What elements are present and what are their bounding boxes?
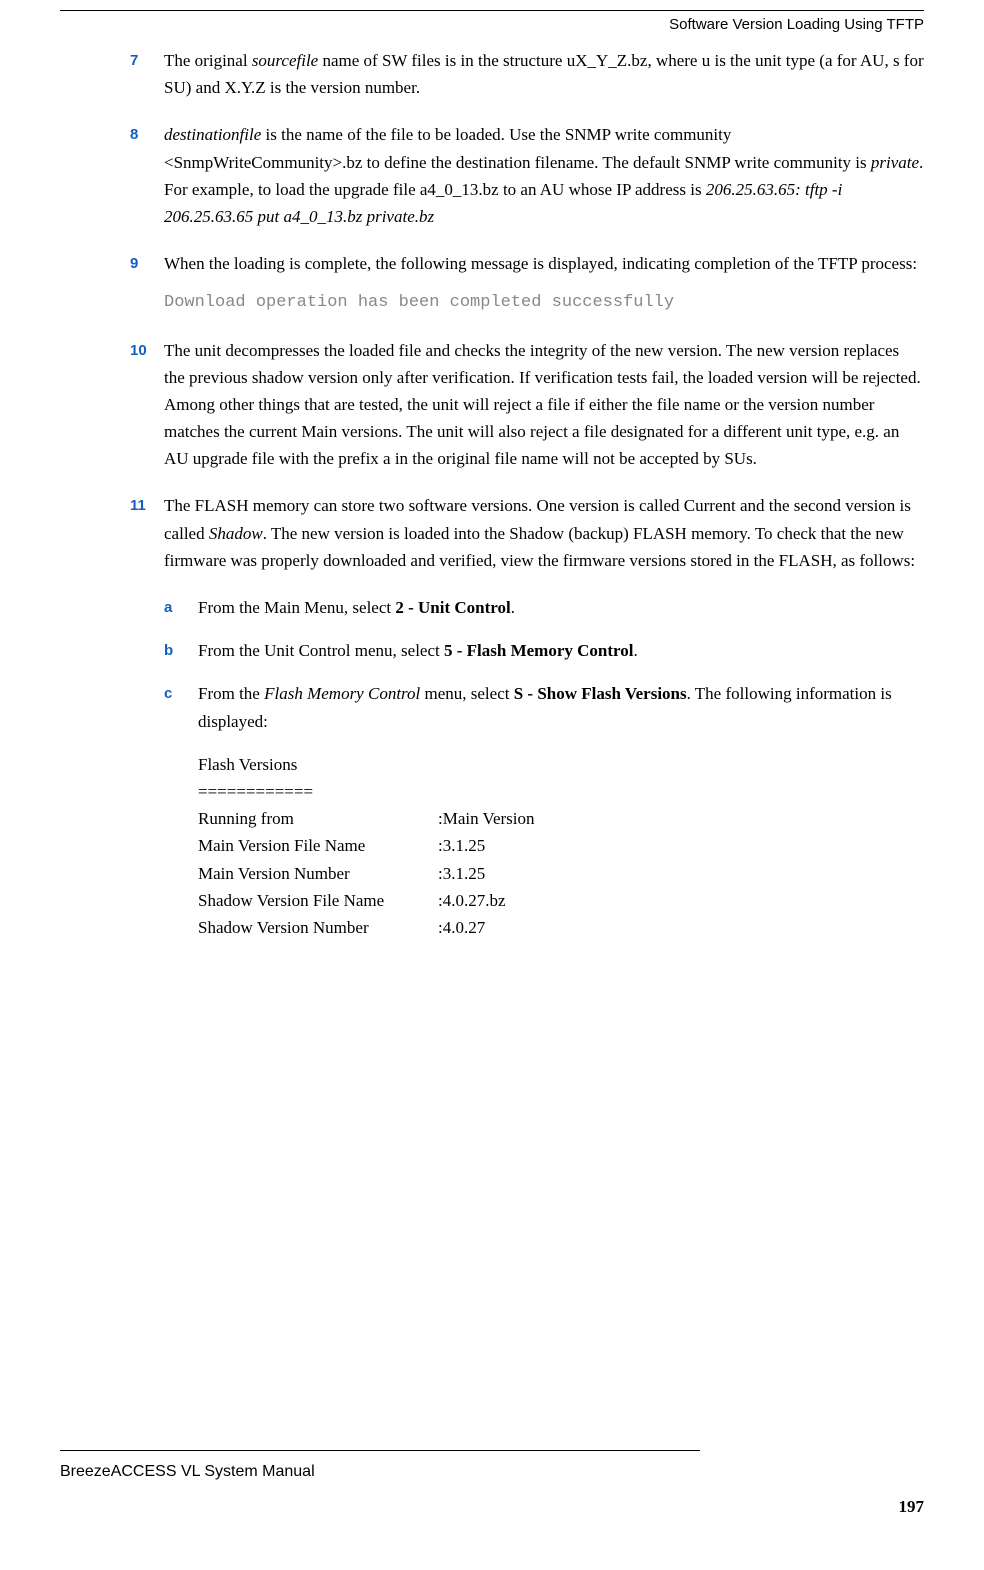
list-body: destinationfile is the name of the file … (164, 121, 924, 230)
list-body: The original sourcefile name of SW files… (164, 47, 924, 101)
content-area: 7The original sourcefile name of SW file… (60, 47, 924, 941)
text-segment: S - Show Flash Versions (514, 684, 687, 703)
list-item: 9When the loading is complete, the follo… (130, 250, 924, 316)
flash-value: :4.0.27.bz (438, 887, 506, 914)
list-item: 8 destinationfile is the name of the fil… (130, 121, 924, 230)
text-segment: . (511, 598, 515, 617)
page-footer: BreezeACCESS VL System Manual 197 (60, 1450, 924, 1520)
footer-rule (60, 1450, 700, 1451)
code-output: Download operation has been completed su… (164, 289, 924, 316)
flash-row: Shadow Version Number:4.0.27 (198, 914, 924, 941)
sub-body: From the Flash Memory Control menu, sele… (198, 680, 924, 734)
flash-label: Main Version File Name (198, 832, 438, 859)
text-segment: 2 - Unit Control (395, 598, 510, 617)
list-number: 7 (130, 47, 164, 101)
list-body: The unit decompresses the loaded file an… (164, 337, 924, 473)
sub-item: cFrom the Flash Memory Control menu, sel… (164, 680, 924, 734)
flash-label: Main Version Number (198, 860, 438, 887)
text-segment: menu, select (420, 684, 513, 703)
text-segment: . The new version is loaded into the Sha… (164, 524, 915, 570)
text-segment: destinationfile (164, 125, 261, 144)
flash-label: Shadow Version File Name (198, 887, 438, 914)
text-segment: From the Main Menu, select (198, 598, 395, 617)
text-segment: is the name of the file to be loaded. Us… (164, 125, 871, 171)
sub-letter: b (164, 637, 198, 664)
flash-underline: ============ (198, 778, 924, 805)
flash-row: Main Version Number:3.1.25 (198, 860, 924, 887)
text-segment: 5 - Flash Memory Control (444, 641, 634, 660)
flash-value: :Main Version (438, 805, 535, 832)
sub-item: bFrom the Unit Control menu, select 5 - … (164, 637, 924, 664)
list-body: The FLASH memory can store two software … (164, 492, 924, 574)
text-segment: The original (164, 51, 252, 70)
flash-value: :3.1.25 (438, 860, 485, 887)
list-number: 9 (130, 250, 164, 316)
manual-title: BreezeACCESS VL System Manual (60, 1459, 315, 1485)
list-number: 10 (130, 337, 164, 473)
page-header: Software Version Loading Using TFTP (60, 10, 924, 47)
header-title: Software Version Loading Using TFTP (669, 16, 924, 33)
sub-letter: a (164, 594, 198, 621)
list-number: 8 (130, 121, 164, 230)
sublist: aFrom the Main Menu, select 2 - Unit Con… (130, 594, 924, 735)
list-item: 7The original sourcefile name of SW file… (130, 47, 924, 101)
text-segment: sourcefile (252, 51, 318, 70)
flash-label: Shadow Version Number (198, 914, 438, 941)
sub-body: From the Main Menu, select 2 - Unit Cont… (198, 594, 515, 621)
flash-label: Running from (198, 805, 438, 832)
text-segment: private (871, 153, 919, 172)
text-segment: From the (198, 684, 264, 703)
flash-row: Running from:Main Version (198, 805, 924, 832)
page-number: 197 (60, 1493, 924, 1520)
flash-heading: Flash Versions (198, 751, 924, 778)
list-item: 11The FLASH memory can store two softwar… (130, 492, 924, 574)
text-segment: The unit decompresses the loaded file an… (164, 341, 921, 469)
text-segment: . (634, 641, 638, 660)
text-segment: Shadow (209, 524, 263, 543)
list-item: 10The unit decompresses the loaded file … (130, 337, 924, 473)
sub-item: aFrom the Main Menu, select 2 - Unit Con… (164, 594, 924, 621)
list-body: When the loading is complete, the follow… (164, 250, 924, 316)
flash-value: :3.1.25 (438, 832, 485, 859)
flash-value: :4.0.27 (438, 914, 485, 941)
text-segment: Flash Memory Control (264, 684, 420, 703)
sub-letter: c (164, 680, 198, 734)
list-number: 11 (130, 492, 164, 574)
flash-versions-block: Flash Versions============Running from:M… (130, 751, 924, 941)
flash-row: Main Version File Name:3.1.25 (198, 832, 924, 859)
flash-row: Shadow Version File Name:4.0.27.bz (198, 887, 924, 914)
text-segment: When the loading is complete, the follow… (164, 254, 917, 273)
sub-body: From the Unit Control menu, select 5 - F… (198, 637, 638, 664)
text-segment: From the Unit Control menu, select (198, 641, 444, 660)
